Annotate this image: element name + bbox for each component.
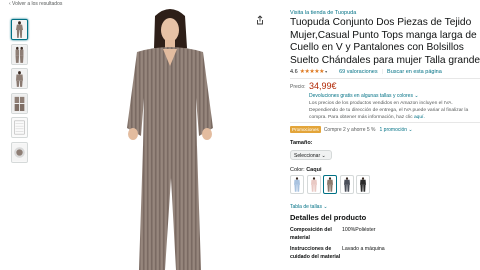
store-link[interactable]: Visita la tienda de Tuopuda (290, 10, 356, 16)
ratings-count-link[interactable]: 69 valoraciones (339, 69, 378, 75)
thumbnail-3[interactable] (11, 68, 28, 89)
thumbnail-image (12, 44, 27, 64)
table-row: Instrucciones de cuidado del material La… (290, 246, 480, 261)
free-returns-link[interactable]: Devoluciones gratis en algunas tallas y … (309, 93, 419, 99)
color-swatch-dark[interactable] (339, 175, 354, 194)
share-icon[interactable] (255, 15, 265, 25)
thumbnail-strip (11, 19, 31, 166)
promotion-text: Compre 2 y ahorre 5 % (323, 126, 376, 133)
size-label: Tamaño: (290, 140, 313, 146)
divider (290, 122, 480, 123)
color-swatch-pink[interactable] (306, 175, 321, 194)
color-swatch-black[interactable] (356, 175, 370, 194)
promotion-link[interactable]: 1 promoción ⌄ (380, 127, 413, 133)
product-details-heading: Detalles del producto (290, 213, 367, 222)
product-title: Tuopuda Conjunto Dos Piezas de Tejido Mu… (290, 17, 480, 66)
thumbnail-image (12, 118, 27, 137)
search-page-link[interactable]: Buscar en esta página (387, 69, 442, 75)
detail-key: Composición del material (290, 227, 332, 241)
price-amount: 34,99€ (309, 81, 337, 91)
color-label-text: Color: (290, 167, 305, 173)
swatch-image (343, 177, 350, 192)
vat-note-text: Los precios de los productos vendidos en… (309, 101, 469, 120)
detail-value: 100%Poliéster (342, 227, 376, 233)
thumbnail-5[interactable] (11, 117, 28, 138)
swatch-image (310, 177, 317, 192)
selected-color: Caqui (306, 167, 322, 173)
swatch-image (294, 177, 300, 192)
rating-row: 4.6 ★★★★★ ▾ 69 valoraciones | Buscar en … (290, 68, 442, 76)
thumbnail-image (12, 93, 27, 113)
thumbnail-4[interactable] (11, 92, 28, 114)
color-swatches (290, 175, 373, 194)
table-row: Composición del material 100%Poliéster (290, 227, 480, 242)
star-rating-icon[interactable]: ★★★★★ (300, 68, 325, 75)
promotion-row: Promociones Compre 2 y ahorre 5 % 1 prom… (290, 126, 413, 133)
vat-more-info-link[interactable]: aquí. (414, 115, 425, 120)
thumbnail-image (12, 142, 27, 162)
color-swatch-blue[interactable] (290, 175, 304, 194)
color-swatch-khaki[interactable] (323, 175, 337, 194)
divider (290, 78, 480, 79)
rating-value: 4.6 (290, 68, 298, 75)
vat-note: Los precios de los productos vendidos en… (309, 100, 480, 121)
thumbnail-image (12, 69, 27, 88)
size-dropdown[interactable]: Seleccionar ⌄ (290, 150, 332, 160)
color-label: Color: Caqui (290, 167, 321, 173)
product-details-table: Composición del material 100%Poliéster I… (290, 227, 480, 265)
price-label: Precio: (290, 84, 306, 90)
chevron-down-icon[interactable]: ▾ (325, 69, 327, 74)
thumbnail-2[interactable] (11, 43, 28, 65)
size-chart-link[interactable]: Tabla de tallas ⌄ (290, 204, 328, 210)
main-product-image[interactable] (75, 8, 265, 270)
divider: | (381, 68, 384, 75)
detail-key: Instrucciones de cuidado del material (290, 246, 341, 260)
thumbnail-image (12, 20, 27, 39)
swatch-image (327, 177, 333, 192)
thumbnail-6[interactable] (11, 141, 28, 163)
detail-value: Lavado a máquina (342, 246, 385, 252)
back-to-results-link[interactable]: ‹ Volver a los resultados (9, 1, 62, 7)
thumbnail-1[interactable] (11, 19, 28, 40)
swatch-image (360, 177, 366, 192)
promotion-badge: Promociones (290, 126, 321, 133)
